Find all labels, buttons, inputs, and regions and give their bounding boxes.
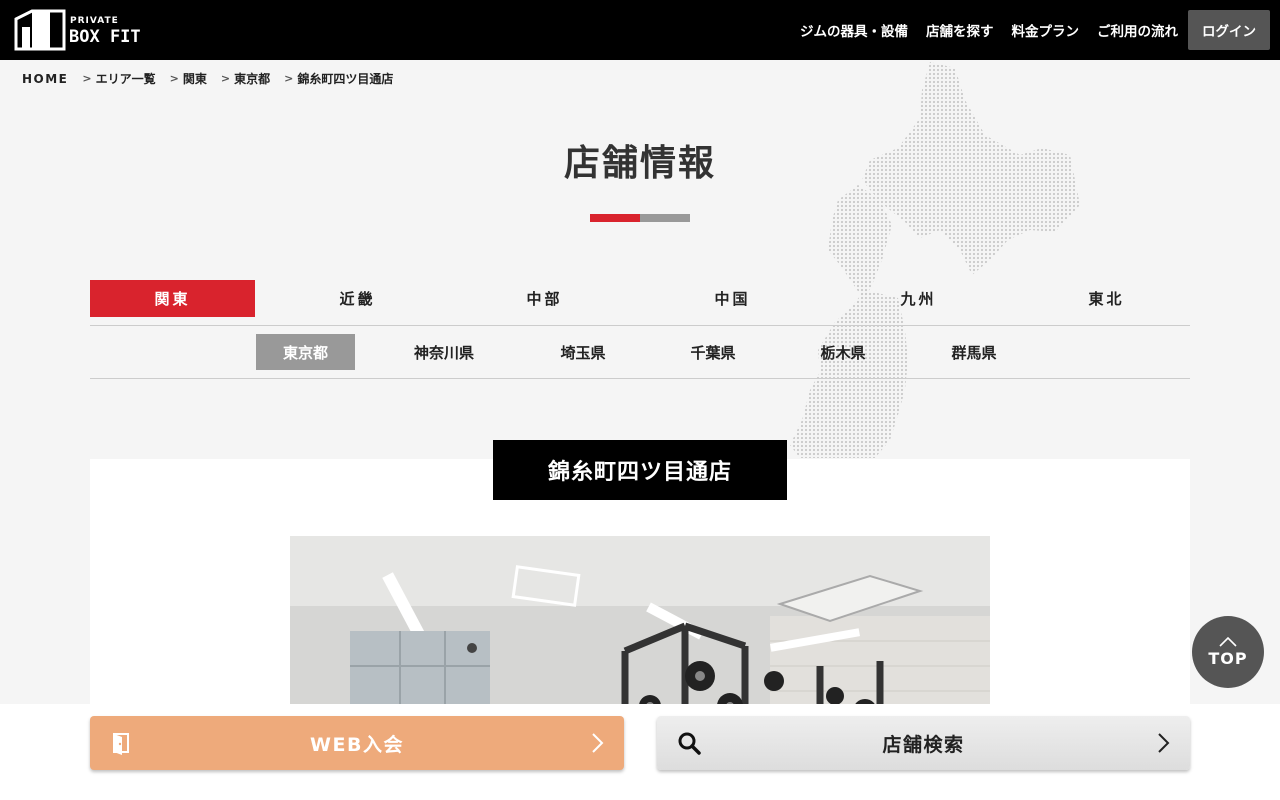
store-name: 錦糸町四ツ目通店 bbox=[493, 440, 787, 500]
chevron-up-icon bbox=[1219, 636, 1237, 647]
divider bbox=[90, 325, 1190, 326]
breadcrumb-kanto[interactable]: 関東 bbox=[183, 70, 207, 87]
web-join-label: WEB入会 bbox=[310, 733, 404, 756]
web-join-button[interactable]: WEB入会 bbox=[90, 716, 624, 770]
tab-tohoku[interactable]: 東北 bbox=[1024, 280, 1189, 317]
tab-chubu[interactable]: 中部 bbox=[462, 280, 627, 317]
door-icon bbox=[113, 733, 129, 755]
title-underline bbox=[590, 214, 690, 222]
chevron-right-icon bbox=[1158, 733, 1170, 753]
tab-tochigi[interactable]: 栃木県 bbox=[793, 334, 893, 370]
tab-kinki[interactable]: 近畿 bbox=[275, 280, 440, 317]
breadcrumb-current: 錦糸町四ツ目通店 bbox=[297, 72, 394, 86]
nav-pricing[interactable]: 料金プラン bbox=[1012, 20, 1080, 40]
tab-tokyo[interactable]: 東京都 bbox=[256, 334, 355, 370]
breadcrumb-tokyo[interactable]: 東京都 bbox=[234, 70, 270, 87]
store-search-button[interactable]: 店舗検索 bbox=[657, 716, 1190, 770]
tab-chugoku[interactable]: 中国 bbox=[650, 280, 815, 317]
tab-chiba[interactable]: 千葉県 bbox=[663, 334, 763, 370]
japan-map-decoration bbox=[790, 62, 1080, 458]
search-icon bbox=[678, 732, 701, 755]
site-header: PRIVATE BOX FIT ジムの器具・設備 店舗を探す 料金プラン ご利用… bbox=[0, 0, 1280, 60]
login-button[interactable]: ログイン bbox=[1188, 10, 1270, 50]
logo-box-icon bbox=[14, 9, 66, 51]
nav-flow[interactable]: ご利用の流れ bbox=[1097, 20, 1178, 40]
page-title: 店舗情報 bbox=[563, 143, 716, 184]
nav-equipment[interactable]: ジムの器具・設備 bbox=[800, 20, 908, 40]
tab-kyushu[interactable]: 九州 bbox=[836, 280, 1001, 317]
top-label: TOP bbox=[1208, 648, 1248, 668]
boxfit-logo[interactable]: PRIVATE BOX FIT bbox=[14, 9, 141, 51]
breadcrumb: HOME > エリア一覧 > 関東 > 東京都 > 錦糸町四ツ目通店 bbox=[22, 70, 394, 87]
region-tabs: 関東 近畿 中部 中国 九州 東北 bbox=[90, 280, 1190, 317]
tab-saitama[interactable]: 埼玉県 bbox=[533, 334, 633, 370]
back-to-top-button[interactable]: TOP bbox=[1192, 616, 1264, 688]
nav-find-store[interactable]: 店舗を探す bbox=[926, 20, 994, 40]
tab-kanagawa[interactable]: 神奈川県 bbox=[394, 334, 494, 370]
divider bbox=[90, 378, 1190, 379]
breadcrumb-area-list[interactable]: エリア一覧 bbox=[96, 70, 156, 87]
breadcrumb-home[interactable]: HOME bbox=[22, 72, 68, 86]
chevron-right-icon bbox=[592, 733, 604, 753]
logo-big-text: BOX FIT bbox=[69, 27, 141, 47]
store-search-label: 店舗検索 bbox=[882, 733, 965, 756]
tab-kanto[interactable]: 関東 bbox=[90, 280, 255, 317]
prefecture-tabs: 東京都 神奈川県 埼玉県 千葉県 栃木県 群馬県 bbox=[90, 334, 1190, 370]
logo-small-text: PRIVATE bbox=[70, 16, 119, 26]
tab-gunma[interactable]: 群馬県 bbox=[924, 334, 1024, 370]
main-nav: ジムの器具・設備 店舗を探す 料金プラン ご利用の流れ bbox=[800, 0, 1178, 60]
